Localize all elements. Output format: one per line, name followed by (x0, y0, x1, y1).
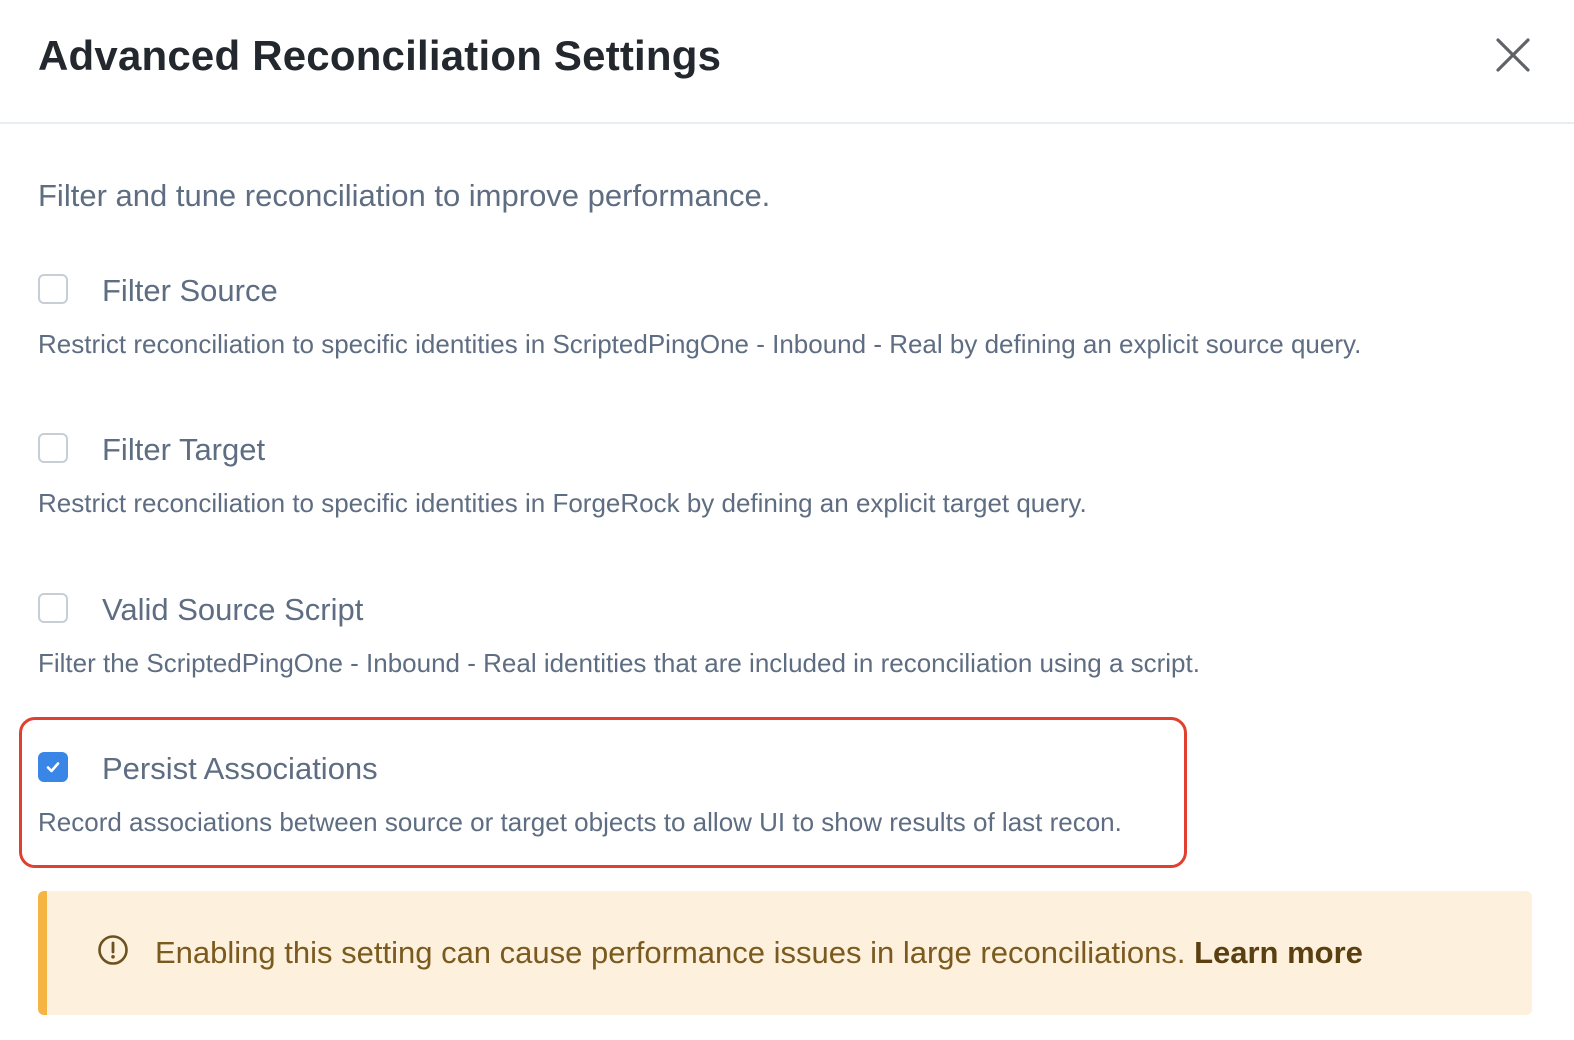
filter-source-description: Restrict reconciliation to specific iden… (38, 329, 1362, 359)
valid-source-script-label[interactable]: Valid Source Script (102, 588, 363, 632)
valid-source-script-checkbox[interactable] (38, 593, 68, 623)
persist-associations-description: Record associations between source or ta… (38, 807, 1122, 837)
close-icon (1496, 38, 1530, 72)
valid-source-script-description: Filter the ScriptedPingOne - Inbound - R… (38, 648, 1200, 678)
persist-associations-checkbox[interactable] (38, 752, 68, 782)
highlight-box (19, 717, 1187, 868)
alert-circle-icon (98, 935, 128, 965)
modal-title: Advanced Reconciliation Settings (38, 32, 722, 79)
performance-warning-alert: Enabling this setting can cause performa… (38, 891, 1532, 1015)
learn-more-link[interactable]: Learn more (1194, 935, 1363, 970)
filter-target-checkbox[interactable] (38, 433, 68, 463)
intro-text: Filter and tune reconciliation to improv… (38, 178, 771, 213)
filter-source-checkbox[interactable] (38, 274, 68, 304)
persist-associations-label[interactable]: Persist Associations (102, 747, 378, 791)
modal-header: Advanced Reconciliation Settings (0, 0, 1574, 124)
alert-message: Enabling this setting can cause performa… (155, 935, 1186, 970)
check-icon (46, 762, 60, 773)
filter-source-label[interactable]: Filter Source (102, 269, 278, 313)
filter-target-description: Restrict reconciliation to specific iden… (38, 488, 1087, 518)
advanced-reconciliation-settings-modal: Advanced Reconciliation Settings Filter … (0, 0, 1574, 1040)
alert-text: Enabling this setting can cause performa… (155, 931, 1363, 975)
filter-target-label[interactable]: Filter Target (102, 428, 265, 472)
close-button[interactable] (1490, 32, 1536, 78)
modal-body: Filter and tune reconciliation to improv… (0, 124, 1574, 1040)
